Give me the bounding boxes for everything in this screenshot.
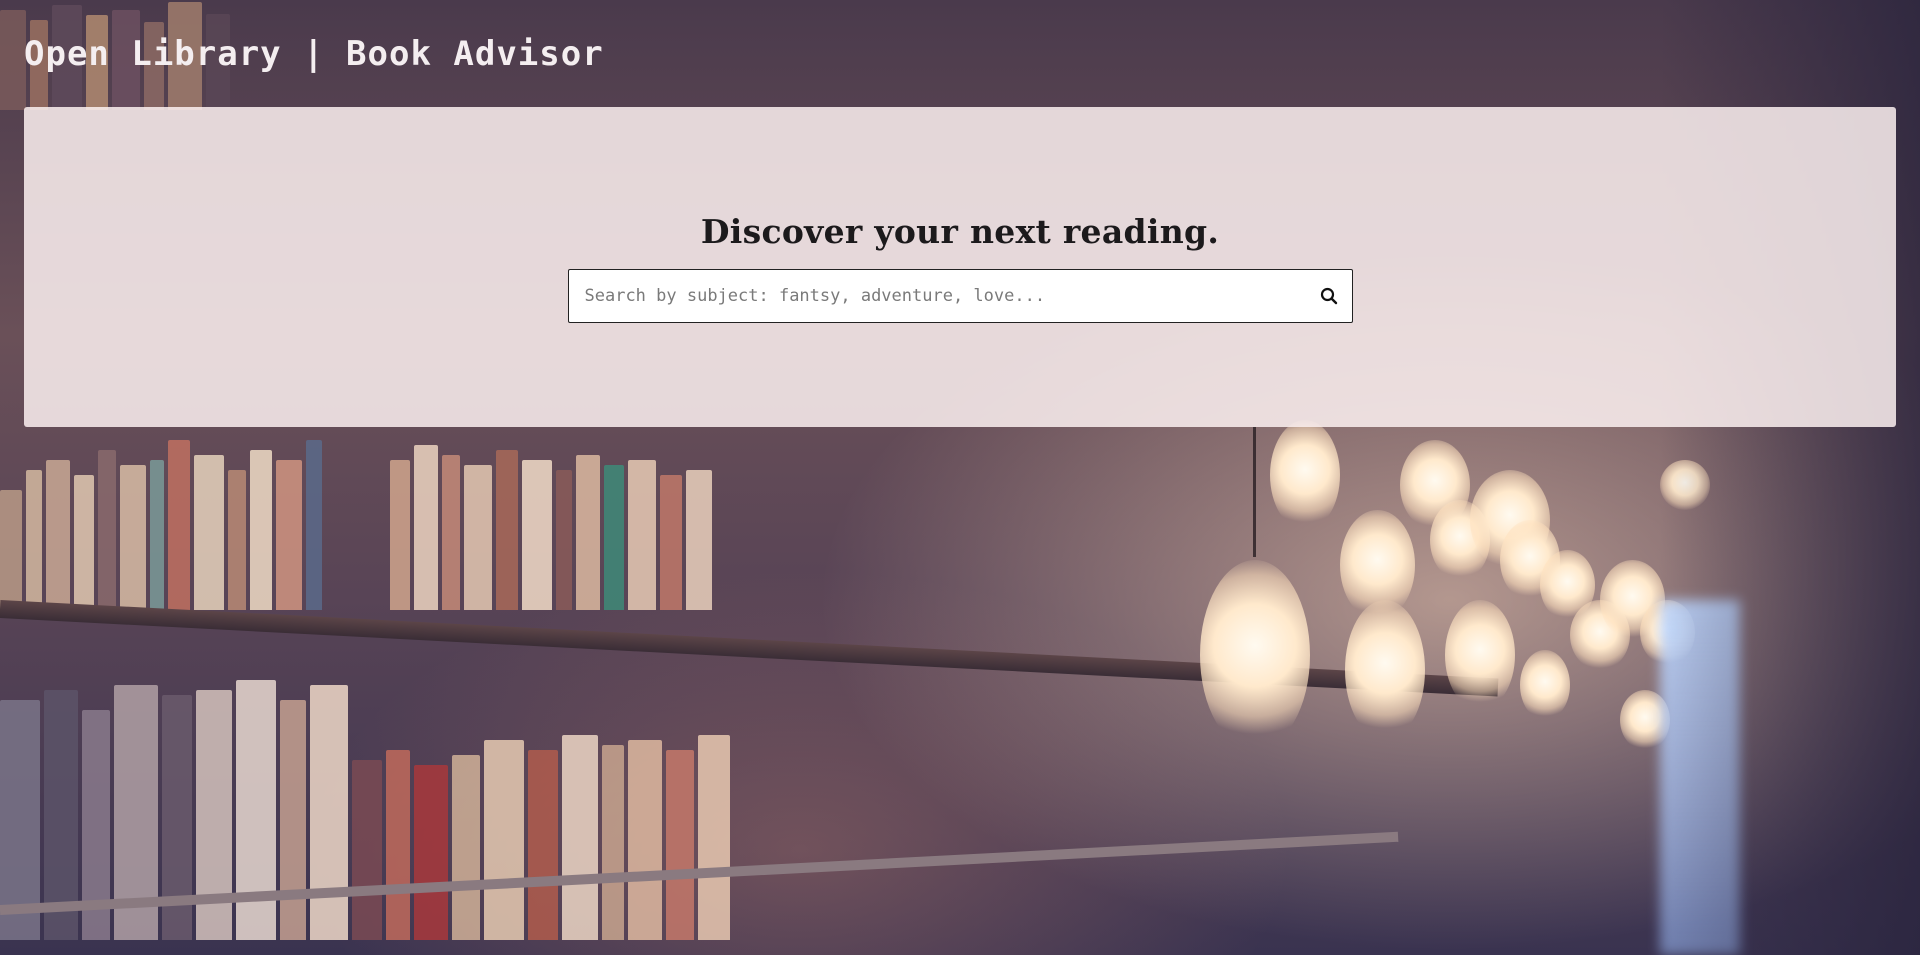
- hero-panel: Discover your next reading.: [24, 107, 1896, 427]
- bulb-cord: [1253, 427, 1256, 557]
- hero-heading: Discover your next reading.: [700, 211, 1220, 251]
- search-icon: [1320, 287, 1338, 305]
- light-bulb: [1445, 600, 1515, 710]
- light-bulb: [1345, 600, 1425, 740]
- light-bulb: [1270, 420, 1340, 530]
- search-bar: [567, 268, 1353, 323]
- light-bulb: [1200, 560, 1310, 750]
- bookshelf-middle: [0, 430, 712, 610]
- app-title: Open Library | Book Advisor: [24, 34, 604, 74]
- search-input[interactable]: [568, 269, 1306, 322]
- light-bulb: [1520, 650, 1570, 720]
- search-button[interactable]: [1306, 270, 1352, 322]
